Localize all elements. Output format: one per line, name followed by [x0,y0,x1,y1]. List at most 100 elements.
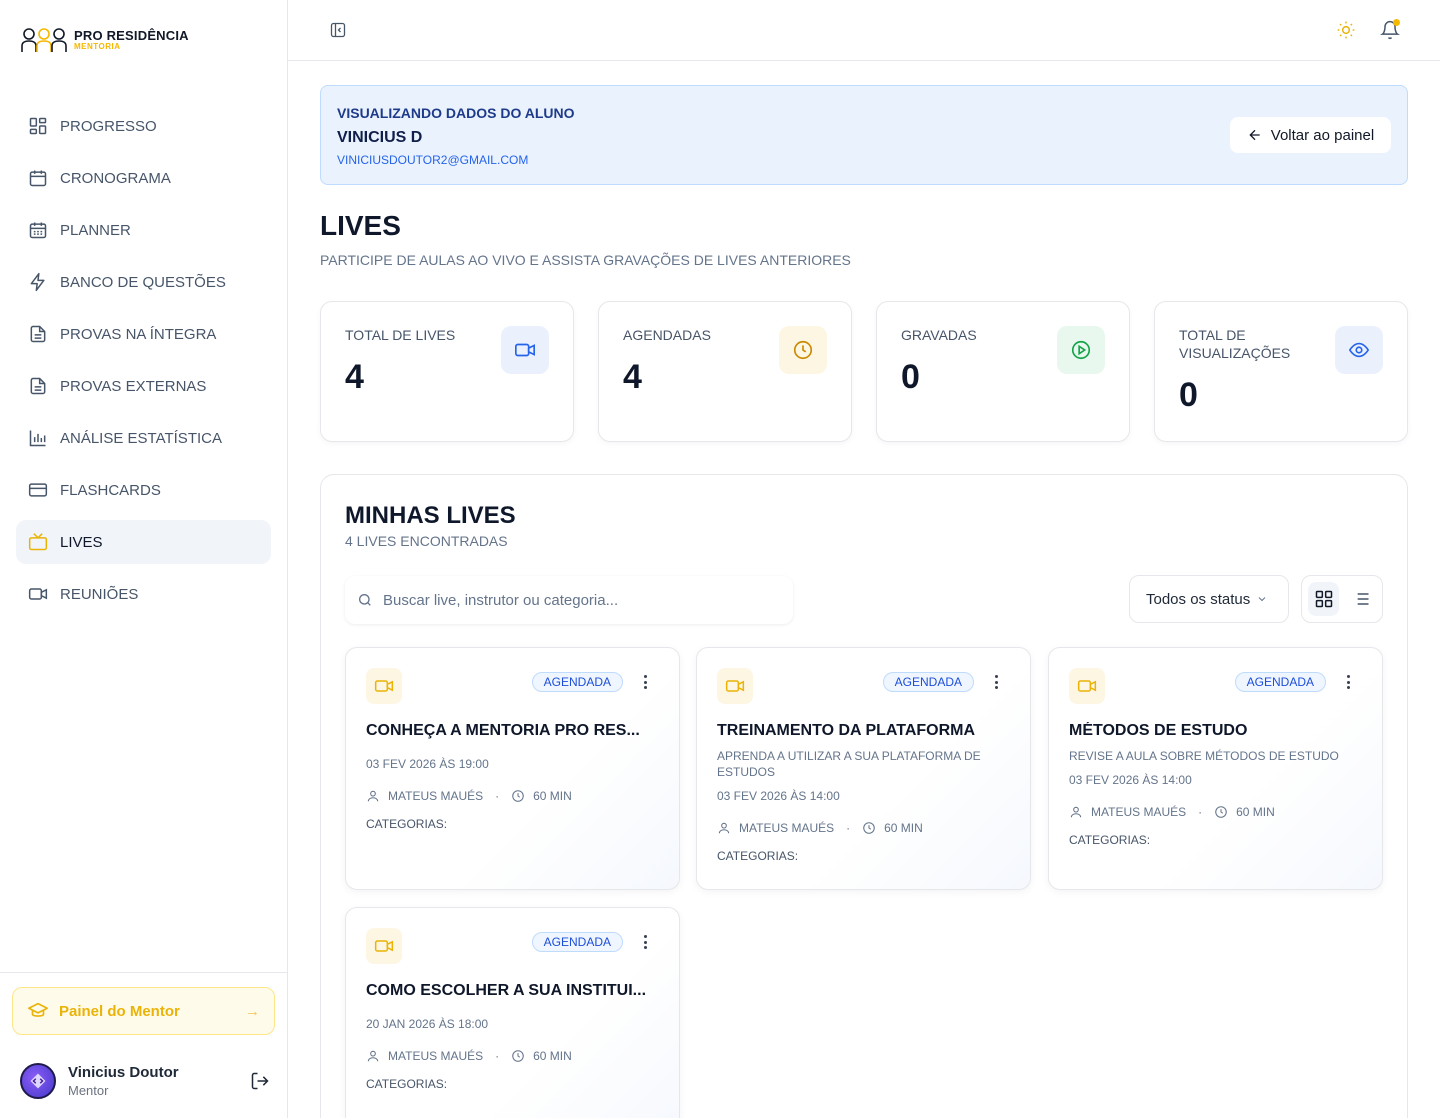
clock-icon [779,326,827,374]
avatar-logo-icon [30,1073,46,1089]
stat-value: 4 [623,358,642,396]
live-meta: MATEUS MAUÉS · 60 MIN [366,1049,572,1063]
sidebar-footer: Painel do Mentor → Vinicius Doutor Mento… [0,972,287,1118]
status-badge: AGENDADA [531,932,623,952]
live-duration: 60 MIN [533,789,572,803]
sidebar-item-reunioes[interactable]: REUNIÕES [16,572,271,616]
sidebar-item-analise-estatistica[interactable]: ANÁLISE ESTATÍSTICA [16,416,271,460]
status-filter-select[interactable]: Todos os status [1129,575,1289,623]
sidebar-item-label: BANCO DE QUESTÕES [60,273,226,291]
play-circle-icon [1057,326,1105,374]
user-role: Mentor [68,1083,109,1098]
live-meta: MATEUS MAUÉS · 60 MIN [366,789,572,803]
video-icon [366,928,402,964]
sidebar-item-cronograma[interactable]: CRONOGRAMA [16,156,271,200]
student-email: VINICIUSDOUTOR2@GMAIL.COM [337,153,529,167]
user-icon [1070,806,1082,818]
live-date: 03 FEV 2026 ÀS 14:00 [1069,773,1192,787]
search-box [345,576,793,624]
video-icon [501,326,549,374]
separator-dot: · [1198,805,1203,819]
student-banner: VISUALIZANDO DADOS DO ALUNO VINICIUS D V… [320,85,1408,185]
sidebar-nav: PROGRESSO CRONOGRAMA PLANNER BANCO DE QU… [16,104,271,624]
live-date: 20 JAN 2026 ÀS 18:00 [366,1017,489,1031]
status-filter-value: Todos os status [1146,590,1251,608]
view-toggle [1301,575,1383,623]
grid-icon [28,116,48,136]
live-description: APRENDA A UTILIZAR A SUA PLATAFORMA DE E… [717,749,981,779]
sidebar-item-progresso[interactable]: PROGRESSO [16,104,271,148]
sidebar-item-label: PROVAS EXTERNAS [60,377,207,395]
status-badge: AGENDADA [1234,672,1326,692]
logo[interactable]: PRO RESIDÊNCIA MENTORIA [20,26,189,54]
live-date: 03 FEV 2026 ÀS 14:00 [717,789,840,803]
sidebar-item-label: FLASHCARDS [60,481,161,499]
calendar-days-icon [28,220,48,240]
video-icon [717,668,753,704]
sidebar-item-label: CRONOGRAMA [60,169,171,187]
sidebar-item-planner[interactable]: PLANNER [16,208,271,252]
bar-chart-icon [28,428,48,448]
sidebar: PRO RESIDÊNCIA MENTORIA PROGRESSO CRONOG… [0,0,288,1118]
live-card[interactable]: AGENDADA CONHEÇA A MENTORIA PRO RES... 0… [345,647,680,890]
logout-icon[interactable] [250,1071,270,1091]
more-options-icon[interactable] [1342,673,1354,691]
live-card[interactable]: AGENDADA MÉTODOS DE ESTUDO REVISE A AULA… [1048,647,1383,890]
sidebar-item-lives[interactable]: LIVES [16,520,271,564]
sidebar-item-label: PROGRESSO [60,117,157,135]
eye-icon [1335,326,1383,374]
stat-value: 4 [345,358,364,396]
sidebar-item-label: ANÁLISE ESTATÍSTICA [60,429,222,447]
more-options-icon[interactable] [639,933,651,951]
tv-icon [28,532,48,552]
collapse-sidebar-icon[interactable] [330,22,346,38]
status-badge: AGENDADA [531,672,623,692]
sidebar-item-banco-de-questoes[interactable]: BANCO DE QUESTÕES [16,260,271,304]
live-title: CONHEÇA A MENTORIA PRO RES... [366,722,640,739]
sidebar-item-provas-na-integra[interactable]: PROVAS NA ÍNTEGRA [16,312,271,356]
arrow-right-icon: → [245,1002,260,1020]
video-icon [28,584,48,604]
grid-view-button[interactable] [1308,582,1339,616]
live-card[interactable]: AGENDADA COMO ESCOLHER A SUA INSTITUI...… [345,907,680,1118]
separator-dot: · [846,821,851,835]
more-options-icon[interactable] [990,673,1002,691]
sun-icon[interactable] [1336,20,1356,40]
sidebar-item-label: PLANNER [60,221,131,239]
sidebar-item-provas-externas[interactable]: PROVAS EXTERNAS [16,364,271,408]
live-title: COMO ESCOLHER A SUA INSTITUI... [366,982,647,999]
mentor-panel-label: Painel do Mentor [59,1002,180,1020]
more-options-icon[interactable] [639,673,651,691]
logo-people-icon [21,28,67,52]
clock-icon [512,790,524,802]
list-icon [1353,593,1368,605]
list-view-button[interactable] [1345,582,1376,616]
stat-value: 0 [901,358,920,396]
sidebar-item-flashcards[interactable]: FLASHCARDS [16,468,271,512]
stat-label: GRAVADAS [901,327,977,343]
mentor-panel-button[interactable]: Painel do Mentor → [12,987,275,1035]
avatar[interactable] [20,1063,56,1099]
live-title: MÉTODOS DE ESTUDO [1069,722,1248,739]
stat-card-views: TOTAL DE VISUALIZAÇÕES 0 [1154,301,1408,442]
panel-title: MINHAS LIVES [345,502,516,529]
chevron-down-icon [1258,597,1266,602]
sidebar-item-label: REUNIÕES [60,585,139,603]
clock-icon [1215,806,1227,818]
live-instructor: MATEUS MAUÉS [739,821,835,835]
back-button-label: Voltar ao painel [1270,126,1375,144]
live-card[interactable]: AGENDADA TREINAMENTO DA PLATAFORMA APREN… [696,647,1031,890]
banner-label: VISUALIZANDO DADOS DO ALUNO [337,105,575,121]
search-icon [359,594,371,606]
back-to-panel-button[interactable]: Voltar ao painel [1230,117,1391,153]
sidebar-item-label: PROVAS NA ÍNTEGRA [60,325,217,343]
status-badge: AGENDADA [882,672,974,692]
user-name: Vinicius Doutor [68,1064,179,1081]
user-icon [367,1050,379,1062]
stat-label: TOTAL DE LIVES [345,327,456,343]
clock-icon [512,1050,524,1062]
stat-label: TOTAL DE VISUALIZAÇÕES [1179,327,1291,361]
search-input[interactable] [383,591,763,609]
video-icon [366,668,402,704]
live-duration: 60 MIN [1236,805,1275,819]
